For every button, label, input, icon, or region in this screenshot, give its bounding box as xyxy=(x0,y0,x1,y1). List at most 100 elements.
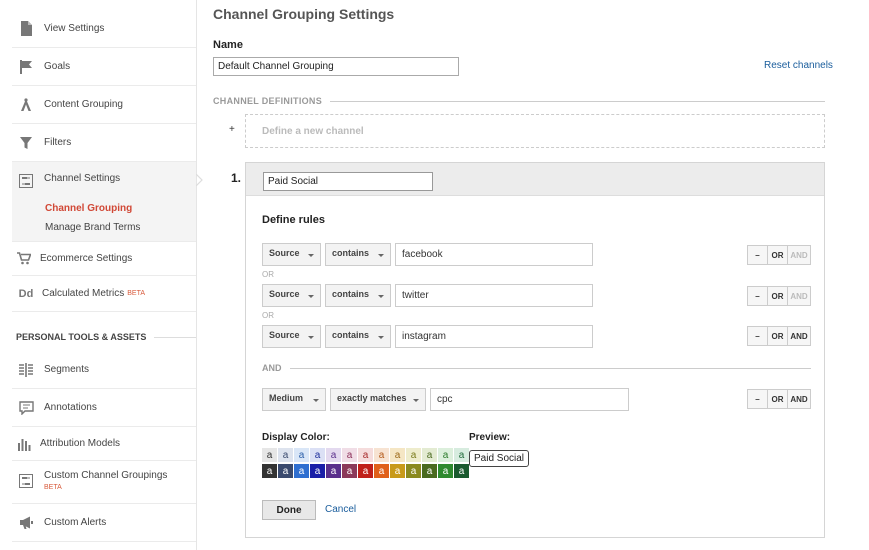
sidebar-item-label: Filters xyxy=(44,137,72,148)
reset-channels-link[interactable]: Reset channels xyxy=(764,60,833,71)
remove-rule-button[interactable]: – xyxy=(748,246,767,264)
color-swatch[interactable]: a xyxy=(406,448,421,462)
beta-badge: BETA xyxy=(44,484,62,491)
or-button[interactable]: OR xyxy=(767,390,787,408)
color-swatch[interactable]: a xyxy=(310,448,325,462)
color-swatch[interactable]: a xyxy=(422,464,437,478)
active-pointer-icon xyxy=(196,174,203,186)
cancel-link[interactable]: Cancel xyxy=(325,504,356,515)
sidebar-item-calculated-metrics[interactable]: Dd Calculated Metrics BETA xyxy=(12,276,196,312)
operator-select[interactable]: contains xyxy=(325,243,391,266)
dimension-select[interactable]: Source xyxy=(262,243,321,266)
color-swatch[interactable]: a xyxy=(422,448,437,462)
color-swatch[interactable]: a xyxy=(454,448,469,462)
and-button[interactable]: AND xyxy=(787,287,810,305)
sidebar-item-filters[interactable]: Filters xyxy=(12,124,196,162)
sidebar-item-label: Calculated Metrics xyxy=(42,288,125,299)
operator-select[interactable]: contains xyxy=(325,284,391,307)
page-title: Channel Grouping Settings xyxy=(213,6,395,22)
cart-icon xyxy=(16,251,32,267)
color-swatch[interactable]: a xyxy=(342,464,357,478)
channel-settings-icon xyxy=(18,173,34,189)
color-swatch[interactable]: a xyxy=(390,464,405,478)
remove-rule-button[interactable]: – xyxy=(748,327,767,345)
operator-select[interactable]: exactly matches xyxy=(330,388,426,411)
color-swatch[interactable]: a xyxy=(310,464,325,478)
color-swatch[interactable]: a xyxy=(278,448,293,462)
sidebar-item-annotations[interactable]: Annotations xyxy=(12,389,196,427)
sidebar-item-custom-channel-groupings[interactable]: Custom Channel Groupings BETA xyxy=(12,461,196,504)
chevron-down-icon xyxy=(313,399,319,402)
plus-icon[interactable]: + xyxy=(229,124,235,135)
sidebar-item-custom-alerts[interactable]: Custom Alerts xyxy=(12,504,196,542)
annotation-icon xyxy=(18,400,34,416)
or-button[interactable]: OR xyxy=(767,287,787,305)
color-swatch[interactable]: a xyxy=(454,464,469,478)
sidebar-item-attribution-models[interactable]: Attribution Models xyxy=(12,427,196,461)
sidebar-item-goals[interactable]: Goals xyxy=(12,48,196,86)
page-icon xyxy=(18,21,34,37)
channel-name-input[interactable] xyxy=(263,172,433,191)
display-color-label: Display Color: xyxy=(262,432,330,443)
sidebar-item-ecommerce-settings[interactable]: Ecommerce Settings xyxy=(12,242,196,276)
color-swatch[interactable]: a xyxy=(358,464,373,478)
dimension-select[interactable]: Medium xyxy=(262,388,326,411)
define-new-channel-button[interactable]: Define a new channel xyxy=(245,114,825,148)
content-grouping-icon xyxy=(18,97,34,113)
sidebar-subitem-channel-grouping[interactable]: Channel Grouping xyxy=(45,203,132,214)
define-rules-label: Define rules xyxy=(262,214,325,226)
color-swatch[interactable]: a xyxy=(262,448,277,462)
sidebar-item-label: Ecommerce Settings xyxy=(40,253,133,264)
and-button[interactable]: AND xyxy=(787,246,810,264)
color-swatch[interactable]: a xyxy=(342,448,357,462)
channel-definitions-heading: CHANNEL DEFINITIONS xyxy=(213,96,825,106)
color-swatch[interactable]: a xyxy=(326,464,341,478)
color-swatch[interactable]: a xyxy=(326,448,341,462)
operator-select[interactable]: contains xyxy=(325,325,391,348)
dimension-select[interactable]: Source xyxy=(262,284,321,307)
color-swatch[interactable]: a xyxy=(262,464,277,478)
color-swatch[interactable]: a xyxy=(438,464,453,478)
chevron-down-icon xyxy=(378,254,384,257)
chevron-down-icon xyxy=(308,295,314,298)
channel-number: 1. xyxy=(231,171,242,185)
channel-settings-icon xyxy=(18,473,34,489)
color-swatch[interactable]: a xyxy=(374,464,389,478)
rule-value-input[interactable]: instagram xyxy=(395,325,593,348)
remove-rule-button[interactable]: – xyxy=(748,390,767,408)
rule-value-input[interactable]: cpc xyxy=(430,388,629,411)
and-button[interactable]: AND xyxy=(787,327,810,345)
megaphone-icon xyxy=(18,515,34,531)
dimension-select[interactable]: Source xyxy=(262,325,321,348)
or-button[interactable]: OR xyxy=(767,246,787,264)
rule-value-input[interactable]: twitter xyxy=(395,284,593,307)
segments-icon xyxy=(18,362,34,378)
done-button[interactable]: Done xyxy=(262,500,316,520)
bar-chart-icon xyxy=(16,436,32,452)
color-swatch[interactable]: a xyxy=(278,464,293,478)
sidebar-item-label: Custom Alerts xyxy=(44,517,107,528)
color-swatch[interactable]: a xyxy=(390,448,405,462)
color-swatch[interactable]: a xyxy=(374,448,389,462)
channel-preview-badge: Paid Social xyxy=(469,450,530,467)
color-swatch[interactable]: a xyxy=(358,448,373,462)
flag-icon xyxy=(18,59,34,75)
remove-rule-button[interactable]: – xyxy=(748,287,767,305)
sidebar-item-label: View Settings xyxy=(44,23,105,34)
rule-value-input[interactable]: facebook xyxy=(395,243,593,266)
name-input[interactable] xyxy=(213,57,459,76)
color-swatch[interactable]: a xyxy=(406,464,421,478)
sidebar-subitem-manage-brand-terms[interactable]: Manage Brand Terms xyxy=(45,222,140,233)
sidebar-item-view-settings[interactable]: View Settings xyxy=(12,10,196,48)
or-button[interactable]: OR xyxy=(767,327,787,345)
beta-badge: BETA xyxy=(127,290,146,297)
and-connector: AND xyxy=(262,363,811,373)
color-swatch[interactable]: a xyxy=(438,448,453,462)
sidebar: View Settings Goals Content Grouping Fil… xyxy=(0,0,197,550)
filter-icon xyxy=(18,135,34,151)
color-swatch[interactable]: a xyxy=(294,448,309,462)
color-swatch[interactable]: a xyxy=(294,464,309,478)
and-button[interactable]: AND xyxy=(787,390,810,408)
sidebar-item-content-grouping[interactable]: Content Grouping xyxy=(12,86,196,124)
sidebar-item-segments[interactable]: Segments xyxy=(12,351,196,389)
